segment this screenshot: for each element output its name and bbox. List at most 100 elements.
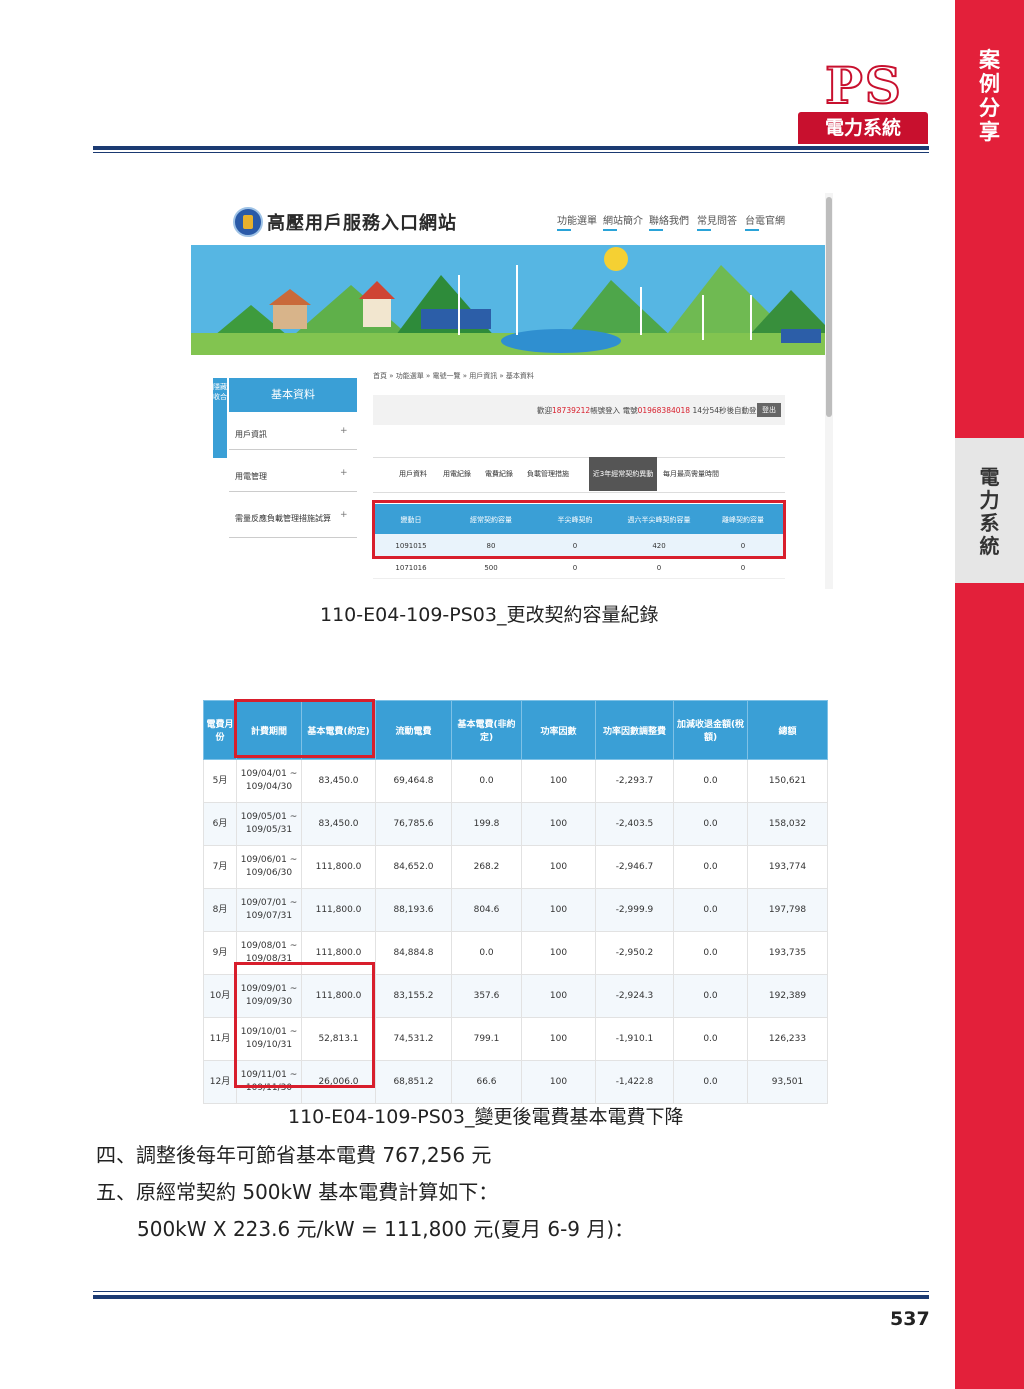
table-cell: -2,950.2 (595, 931, 674, 975)
column-header: 基本電費(非約定) (451, 700, 522, 760)
table-cell: 100 (521, 1060, 596, 1104)
nav-underline (745, 229, 759, 231)
logout-button[interactable]: 登出 (757, 403, 781, 417)
nav-underline (649, 229, 663, 231)
table-cell: 93,501 (747, 1060, 828, 1104)
table-cell: 109/06/01 ~109/06/30 (236, 845, 302, 889)
table-cell: 84,652.0 (375, 845, 452, 889)
column-header: 流動電費 (375, 700, 452, 760)
table-cell: -2,924.3 (595, 974, 674, 1018)
table-cell: 109/05/01 ~109/05/31 (236, 802, 302, 846)
expand-plus-icon[interactable]: + (340, 468, 348, 478)
table-row: 6月 109/05/01 ~109/05/31 83,450.0 76,785.… (203, 802, 828, 846)
paragraph-calculation: 500kW X 223.6 元/kW = 111,800 元(夏月 6-9 月)… (137, 1217, 635, 1241)
table-cell: 109/07/01 ~109/07/31 (236, 888, 302, 932)
tab-user-data[interactable]: 用戶資料 (399, 469, 427, 479)
table-cell: 0.0 (673, 1060, 748, 1104)
figure-caption-2: 110-E04-109-PS03_變更後電費基本電費下降 (288, 1106, 684, 1128)
table-cell: 83,450.0 (301, 759, 376, 803)
table-cell: 268.2 (451, 845, 522, 889)
table-cell: 197,798 (747, 888, 828, 932)
paragraph-original-contract: 五、原經常契約 500kW 基本電費計算如下： (96, 1180, 499, 1204)
tab-usage-record[interactable]: 用電紀錄 (443, 469, 471, 479)
highlight-box (372, 500, 786, 559)
table-row: 5月 109/04/01 ~109/04/30 83,450.0 69,464.… (203, 759, 828, 803)
column-header: 功率因數調整費 (595, 700, 674, 760)
table-cell: 100 (521, 974, 596, 1018)
sidebar-header: 基本資料 (229, 378, 357, 412)
table-cell: 66.6 (451, 1060, 522, 1104)
menu-divider (229, 449, 357, 450)
landscape-image (191, 245, 825, 355)
table-cell: 111,800.0 (301, 888, 376, 932)
nav-menu[interactable]: 功能選單 (557, 212, 597, 227)
figure-caption-1: 110-E04-109-PS03_更改契約容量紀錄 (320, 604, 659, 626)
table-cell: 199.8 (451, 802, 522, 846)
highlight-box-rows (234, 962, 375, 1088)
table-cell: 150,621 (747, 759, 828, 803)
welcome-message: 歡迎18739212帳號登入 電號01968384018 14分54秒後自動登出 (537, 406, 765, 415)
nav-taipower[interactable]: 台電官網 (745, 212, 785, 227)
page-number: 537 (890, 1308, 930, 1330)
table-cell: 1071016 (395, 564, 427, 572)
table-cell: -2,946.7 (595, 845, 674, 889)
table-cell: 192,389 (747, 974, 828, 1018)
tab-contract-changes[interactable]: 近3年經常契約異動 (589, 457, 657, 491)
portal-screenshot: 高壓用戶服務入口網站 功能選單 網站簡介 聯絡我們 常見問答 台電官網 隱藏收合… (191, 193, 833, 589)
table-cell: 0.0 (673, 974, 748, 1018)
tab-bar (373, 457, 785, 493)
tab-bill-record[interactable]: 電費紀錄 (485, 469, 513, 479)
sidebar-collapse-toggle[interactable]: 隱藏收合 (213, 378, 227, 458)
table-cell: 100 (521, 1017, 596, 1061)
nav-underline (557, 229, 571, 231)
nav-underline (697, 229, 711, 231)
breadcrumb: 首頁 » 功能選單 » 電號一覽 » 用戶資訊 » 基本資料 (373, 372, 534, 380)
column-header: 加減收退金額(稅額) (673, 700, 748, 760)
scrollbar-thumb[interactable] (826, 197, 832, 417)
tab-load-mgmt[interactable]: 負載管理措施 (527, 469, 569, 479)
table-cell: 0.0 (673, 1017, 748, 1061)
table-cell: 0 (572, 564, 578, 572)
table-cell: -2,403.5 (595, 802, 674, 846)
table-cell: 0.0 (673, 888, 748, 932)
banner-illustration (191, 245, 825, 355)
nav-contact[interactable]: 聯絡我們 (649, 212, 689, 227)
table-row: 7月 109/06/01 ~109/06/30 111,800.0 84,652… (203, 845, 828, 889)
column-header: 電費月份 (203, 700, 237, 760)
table-cell: 799.1 (451, 1017, 522, 1061)
table-cell: 111,800.0 (301, 845, 376, 889)
table-cell: 5月 (203, 759, 237, 803)
header-rule-thin (93, 152, 929, 153)
menu-divider (229, 491, 357, 492)
table-cell: 10月 (203, 974, 237, 1018)
expand-plus-icon[interactable]: + (340, 426, 348, 436)
table-cell: -2,293.7 (595, 759, 674, 803)
table-cell: 7月 (203, 845, 237, 889)
table-cell: 193,774 (747, 845, 828, 889)
table-cell: 0.0 (673, 931, 748, 975)
table-cell: -1,910.1 (595, 1017, 674, 1061)
nav-faq[interactable]: 常見問答 (697, 212, 737, 227)
table-cell: 193,735 (747, 931, 828, 975)
table-cell: 126,233 (747, 1017, 828, 1061)
highlight-box-header (234, 699, 375, 758)
table-cell: 83,450.0 (301, 802, 376, 846)
footer-rule-thin (93, 1291, 929, 1292)
table-cell: -2,999.9 (595, 888, 674, 932)
nav-about[interactable]: 網站簡介 (603, 212, 643, 227)
paragraph-savings: 四、調整後每年可節省基本電費 767,256 元 (96, 1143, 492, 1167)
sidebar-item-power-mgmt[interactable]: 用電管理 (235, 471, 267, 482)
table-row: 8月 109/07/01 ~109/07/31 111,800.0 88,193… (203, 888, 828, 932)
column-header: 總額 (747, 700, 828, 760)
table-cell: 100 (521, 802, 596, 846)
table-cell: 0.0 (451, 931, 522, 975)
tab-monthly-peak[interactable]: 每月最高需量時間 (663, 469, 719, 479)
table-cell: 11月 (203, 1017, 237, 1061)
table-cell: 83,155.2 (375, 974, 452, 1018)
table-cell: 100 (521, 931, 596, 975)
sidebar-item-user-info[interactable]: 用戶資訊 (235, 429, 267, 440)
table-cell: 0.0 (673, 802, 748, 846)
sidebar-item-demand-response[interactable]: 需量反應負載管理措施試算 (235, 513, 331, 524)
table-cell: 9月 (203, 931, 237, 975)
expand-plus-icon[interactable]: + (340, 510, 348, 520)
